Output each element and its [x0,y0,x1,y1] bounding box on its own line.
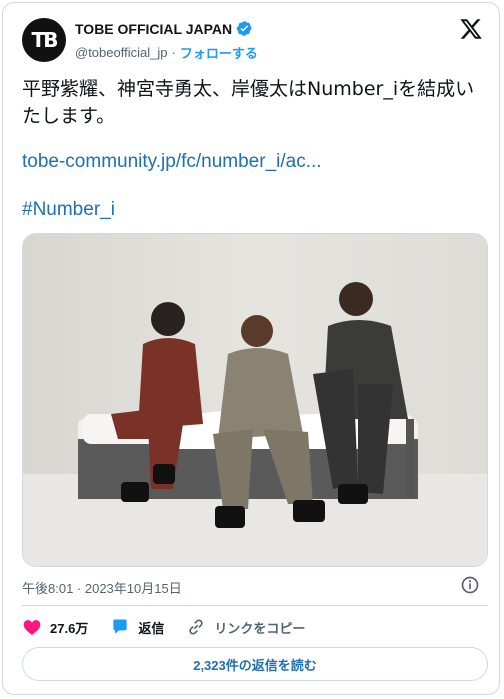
info-icon[interactable] [460,575,480,595]
post-link[interactable]: tobe-community.jp/fc/number_i/ac... [22,151,322,173]
copy-link-label: リンクをコピー [214,620,306,636]
separator-dot: · [171,45,176,60]
read-replies-button[interactable]: 2,323件の返信を読む [22,647,488,681]
divider [22,605,488,606]
verified-badge-icon [236,21,252,36]
copy-link-button[interactable]: リンクをコピー [186,617,305,637]
post-photo[interactable] [22,233,488,567]
heart-icon [23,620,41,635]
author-handle-row: @tobeofficial_jp · フォローする [75,43,258,62]
avatar[interactable]: TB [22,18,66,62]
post-text: 平野紫耀、神宮寺勇太、岸優太はNumber_iを結成いたします。 [22,78,475,127]
action-bar: 27.6万 返信 リンクをコピー [22,615,327,639]
reply-button[interactable]: 返信 [110,617,164,637]
follow-link[interactable]: フォローする [180,43,258,62]
tweet-embed-card: TB TOBE OFFICIAL JAPAN @tobeofficial_jp … [2,2,500,695]
post-timestamp[interactable]: 午後8:01 · 2023年10月15日 [22,578,182,597]
group-photo-image [23,234,487,566]
like-count: 27.6万 [50,620,89,636]
link-icon [189,619,204,635]
author-name-row: TOBE OFFICIAL JAPAN [75,20,253,37]
like-button[interactable]: 27.6万 [22,617,88,637]
post-hashtag[interactable]: #Number_i [22,199,115,221]
author-name[interactable]: TOBE OFFICIAL JAPAN [75,21,232,37]
reply-bubble-icon [113,619,127,634]
author-handle[interactable]: @tobeofficial_jp [75,45,167,60]
reply-label: 返信 [138,620,165,636]
x-logo-icon[interactable] [459,17,483,41]
